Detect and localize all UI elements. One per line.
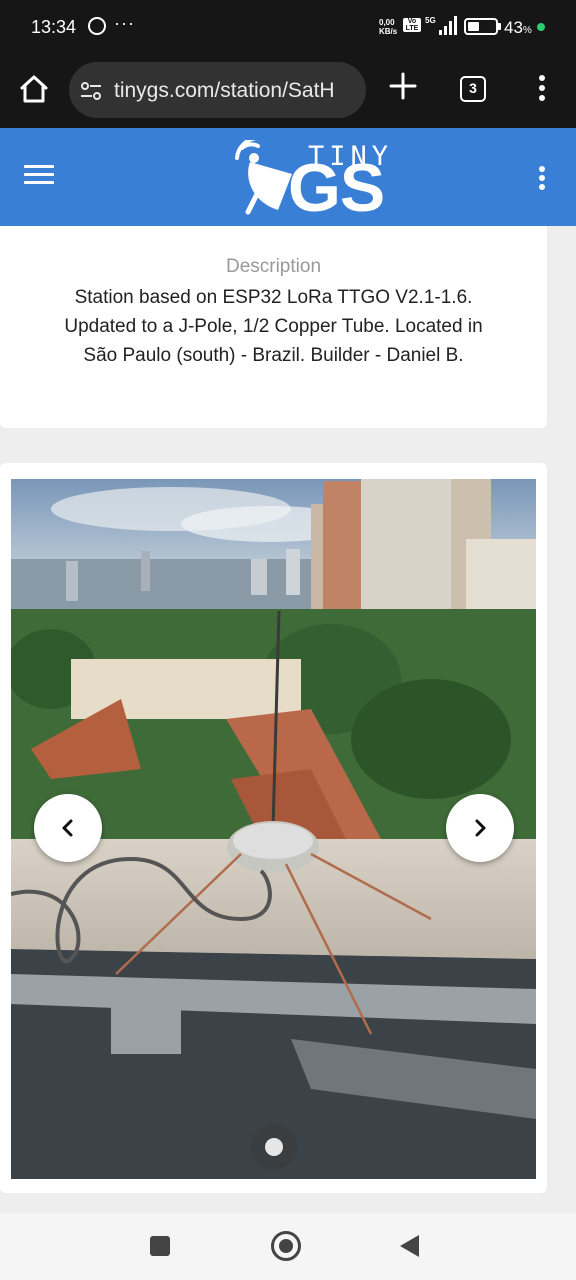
- description-text: Station based on ESP32 LoRa TTGO V2.1-1.…: [64, 287, 483, 366]
- url-text[interactable]: tinygs.com/station/SatH: [114, 79, 335, 103]
- carousel-next-button[interactable]: [446, 794, 514, 862]
- network-speed: 0,00 KB/s: [379, 18, 398, 36]
- carousel-prev-button[interactable]: [34, 794, 102, 862]
- browser-toolbar: tinygs.com/station/SatH 3: [0, 56, 576, 128]
- whatsapp-icon: [88, 17, 106, 35]
- network-type-label: 5G: [425, 16, 436, 25]
- site-settings-icon[interactable]: [80, 81, 102, 101]
- home-icon[interactable]: [14, 69, 54, 109]
- description-title: Description: [225, 256, 322, 277]
- app-header: TINY GS: [0, 128, 576, 226]
- battery-percent: 43%: [504, 18, 532, 37]
- browser-menu-icon[interactable]: [530, 72, 554, 104]
- signal-icon: 5G: [425, 16, 457, 35]
- battery-cap: [498, 23, 501, 30]
- station-photo-card: [0, 463, 547, 1193]
- back-triangle-icon[interactable]: [400, 1235, 419, 1257]
- new-tab-plus-icon[interactable]: [387, 70, 419, 102]
- overflow-menu-icon[interactable]: [532, 164, 552, 192]
- description-card: Description Station based on ESP32 LoRa …: [0, 226, 547, 428]
- battery-icon: [464, 18, 498, 35]
- status-bar: 13:34 ··· 0,00 KB/s Vo LTE 5G 43%: [0, 0, 576, 56]
- clock: 13:34: [31, 17, 77, 37]
- recents-square-icon[interactable]: [150, 1236, 170, 1256]
- logo-gs-text: GS: [288, 150, 385, 226]
- tab-switcher-icon[interactable]: 3: [460, 76, 486, 102]
- tinygs-logo[interactable]: TINY GS: [232, 136, 402, 226]
- carousel-indicator-dot[interactable]: [251, 1124, 297, 1170]
- volte-badge: Vo LTE: [403, 18, 421, 32]
- chevron-right-icon: [475, 819, 486, 837]
- battery-fill: [468, 22, 479, 31]
- address-bar[interactable]: tinygs.com/station/SatH: [69, 62, 366, 118]
- hamburger-menu-icon[interactable]: [24, 165, 54, 189]
- home-circle-icon[interactable]: [271, 1231, 301, 1261]
- chevron-left-icon: [62, 819, 73, 837]
- charging-dot-icon: [537, 23, 545, 31]
- more-notifications-icon: ···: [114, 13, 135, 33]
- system-nav-bar: [0, 1213, 576, 1280]
